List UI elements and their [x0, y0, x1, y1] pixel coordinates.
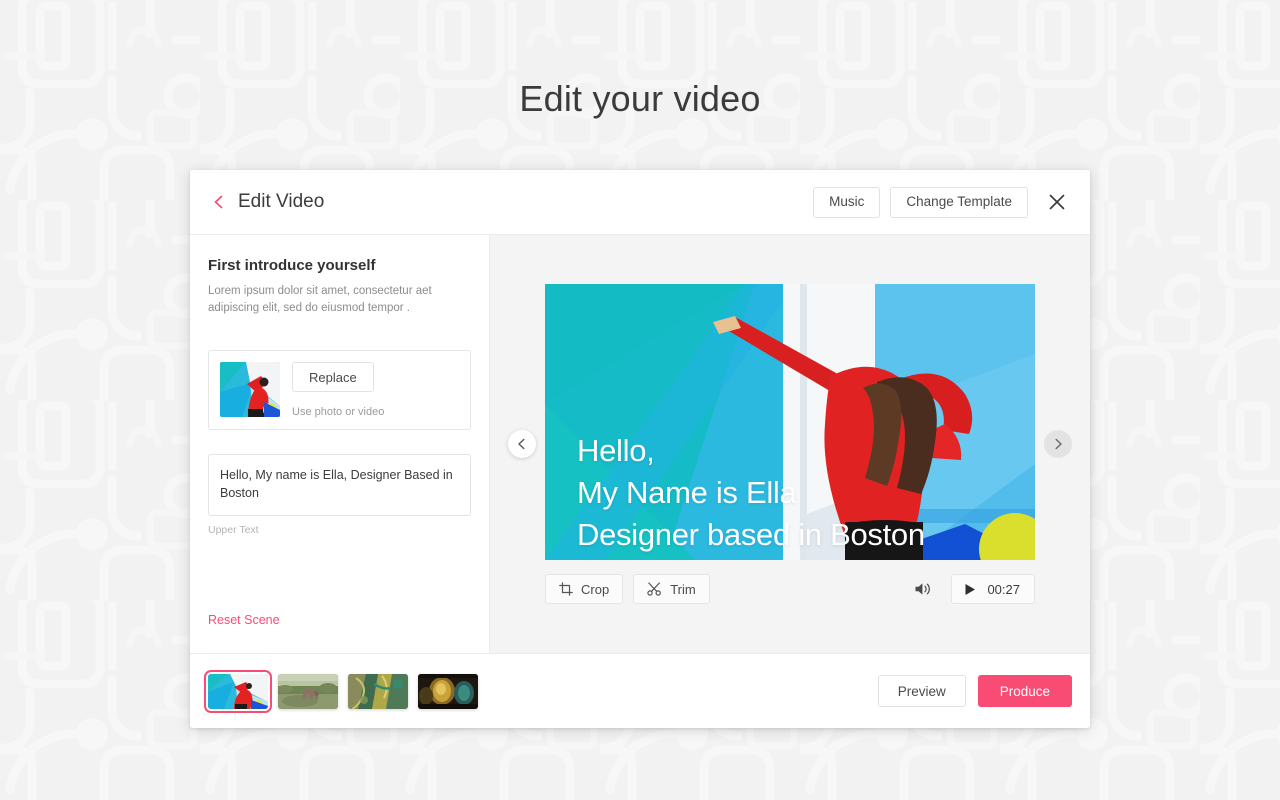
scene-thumbnail-1[interactable]: [204, 669, 272, 713]
media-actions: Replace Use photo or video: [292, 362, 384, 418]
scene-thumbnail-1-image: [208, 673, 268, 709]
speaker-icon: [915, 583, 931, 595]
next-scene-button[interactable]: [1044, 430, 1072, 458]
video-preview-frame[interactable]: Hello, My Name is Ella Designer based in…: [545, 284, 1035, 560]
video-toolbar: Crop Trim 00:27: [545, 574, 1035, 604]
upper-text-input[interactable]: Hello, My name is Ella, Designer Based i…: [208, 454, 471, 516]
video-overlay-text: Hello, My Name is Ella Designer based in…: [577, 430, 925, 556]
back-button[interactable]: [206, 189, 232, 215]
play-icon: [965, 583, 976, 595]
page-title: Edit your video: [519, 78, 761, 119]
music-button[interactable]: Music: [813, 186, 881, 218]
dialog-body: First introduce yourself Lorem ipsum dol…: [190, 235, 1090, 653]
trim-button[interactable]: Trim: [633, 574, 710, 604]
scene-thumbnail-3[interactable]: [348, 673, 408, 709]
video-wrap: Hello, My Name is Ella Designer based in…: [508, 284, 1072, 604]
scene-heading: First introduce yourself: [208, 257, 376, 274]
change-template-button[interactable]: Change Template: [890, 186, 1028, 218]
overlay-line-2: My Name is Ella: [577, 475, 797, 511]
scene-thumbnail-strip: [204, 669, 478, 713]
crop-label: Crop: [581, 581, 610, 597]
sound-toggle-button[interactable]: [909, 575, 937, 603]
media-thumbnail-image: [220, 362, 280, 418]
chevron-left-icon: [518, 438, 525, 450]
crop-icon: [559, 582, 573, 596]
scene-editor-sidebar: First introduce yourself Lorem ipsum dol…: [190, 235, 490, 653]
chevron-right-icon: [1055, 438, 1062, 450]
scene-thumbnail-4[interactable]: [418, 673, 478, 709]
scissors-icon: [647, 582, 662, 596]
media-card: Replace Use photo or video: [208, 350, 471, 431]
scene-media-thumbnail[interactable]: [220, 362, 280, 418]
play-button[interactable]: 00:27: [951, 574, 1035, 604]
scene-thumbnail-2[interactable]: [278, 673, 338, 709]
video-duration: 00:27: [987, 581, 1020, 597]
replace-media-button[interactable]: Replace: [292, 362, 374, 393]
reset-scene-link[interactable]: Reset Scene: [208, 613, 280, 627]
scene-thumbnail-2-image: [278, 673, 338, 709]
preview-button[interactable]: Preview: [877, 675, 966, 707]
edit-video-dialog: Edit Video Music Change Template First i…: [190, 170, 1090, 728]
previous-scene-button[interactable]: [508, 430, 536, 458]
dialog-footer: Preview Produce: [190, 653, 1090, 728]
dialog-title: Edit Video: [238, 191, 325, 212]
overlay-line-1: Hello,: [577, 433, 655, 469]
upper-text-label: Upper Text: [208, 523, 259, 536]
chevron-left-icon: [214, 195, 223, 209]
scene-description: Lorem ipsum dolor sit amet, consectetur …: [208, 285, 432, 314]
overlay-line-3: Designer based in Boston: [577, 517, 925, 553]
close-button[interactable]: [1042, 187, 1072, 217]
scene-thumbnail-3-image: [348, 673, 408, 709]
dialog-header: Edit Video Music Change Template: [190, 170, 1090, 235]
crop-button[interactable]: Crop: [545, 574, 624, 604]
scene-thumbnail-4-image: [418, 673, 478, 709]
trim-label: Trim: [670, 581, 696, 597]
video-preview-panel: Hello, My Name is Ella Designer based in…: [490, 235, 1090, 653]
app-root: Edit your video Edit Video Music Change …: [0, 0, 1280, 800]
replace-hint: Use photo or video: [292, 406, 385, 419]
produce-button[interactable]: Produce: [977, 675, 1072, 707]
close-icon: [1049, 194, 1065, 210]
